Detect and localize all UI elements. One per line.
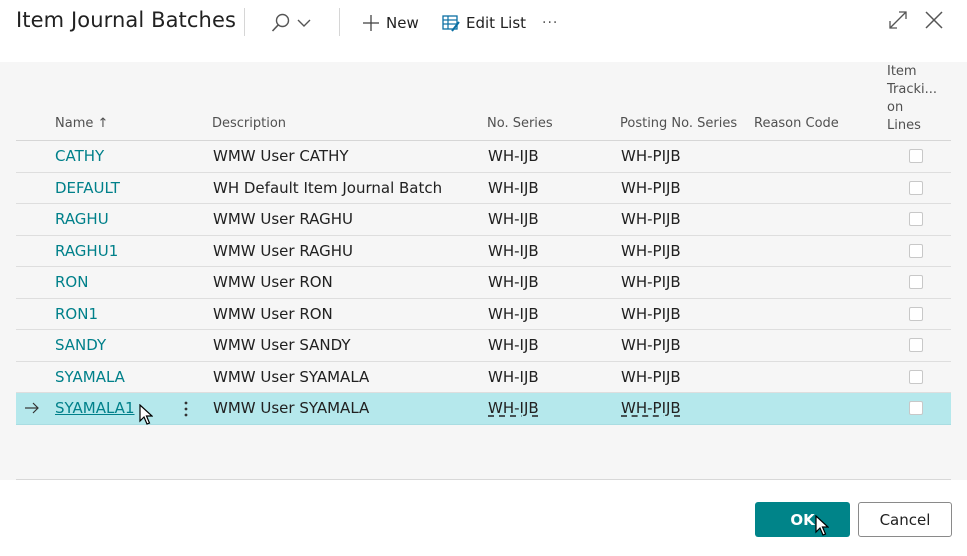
posting-no-series-cell[interactable]: WH-PIJB: [621, 393, 681, 424]
table-row[interactable]: DEFAULT WH Default Item Journal Batch WH-I…: [16, 173, 951, 204]
column-header-item-tracking-line: Tracki...: [887, 82, 938, 97]
close-button[interactable]: [923, 11, 945, 33]
no-series-cell[interactable]: WH-IJB: [488, 330, 539, 361]
batch-name-link[interactable]: RON: [55, 267, 88, 298]
plus-icon: [362, 14, 380, 32]
item-tracking-checkbox[interactable]: [909, 306, 923, 321]
search-button[interactable]: [270, 11, 311, 35]
item-tracking-checkbox[interactable]: [909, 149, 923, 163]
no-series-cell[interactable]: WH-IJB: [488, 393, 539, 424]
column-header-item-tracking-line: Lines: [887, 118, 921, 133]
description-cell[interactable]: WMW User SYAMALA: [213, 362, 369, 393]
description-cell[interactable]: WMW User RAGHU: [213, 236, 353, 267]
page-title: Item Journal Batches: [16, 8, 237, 32]
new-button[interactable]: New: [362, 11, 419, 35]
table-row[interactable]: SANDY WMW User SANDY WH-IJB WH-PIJB: [16, 330, 951, 362]
more-icon: ···: [542, 15, 559, 31]
item-tracking-checkbox[interactable]: [909, 180, 923, 195]
column-header-description[interactable]: Description: [212, 115, 286, 133]
close-icon: [924, 10, 944, 34]
table-row[interactable]: RON WMW User RON WH-IJB WH-PIJB: [16, 267, 951, 299]
item-tracking-checkbox[interactable]: [909, 338, 923, 352]
no-series-cell[interactable]: WH-IJB: [488, 299, 539, 330]
table-row[interactable]: SYAMALA1 WMW User SYAMALA WH-IJB WH-PIJB: [16, 393, 951, 425]
new-label: New: [386, 14, 419, 32]
item-tracking-checkbox[interactable]: [909, 212, 923, 226]
posting-no-series-cell[interactable]: WH-PIJB: [621, 173, 681, 204]
table-row[interactable]: SYAMALA WMW User SYAMALA WH-IJB WH-PIJB: [16, 362, 951, 393]
batch-name-link[interactable]: DEFAULT: [55, 173, 120, 204]
more-options-button[interactable]: ···: [542, 11, 558, 35]
edit-list-icon: [442, 14, 460, 32]
item-tracking-checkbox[interactable]: [909, 275, 923, 289]
search-icon: [270, 12, 292, 34]
posting-no-series-cell[interactable]: WH-PIJB: [621, 236, 681, 267]
item-tracking-checkbox[interactable]: [909, 401, 923, 415]
mouse-pointer-icon: [815, 514, 830, 541]
batch-name-link[interactable]: SANDY: [55, 330, 106, 361]
posting-no-series-cell[interactable]: WH-PIJB: [621, 141, 681, 172]
toolbar-divider: [244, 8, 245, 36]
row-actions-menu-icon[interactable]: [182, 399, 190, 423]
cancel-button[interactable]: Cancel: [858, 502, 952, 537]
cancel-button-label: Cancel: [879, 510, 931, 529]
no-series-cell[interactable]: WH-IJB: [488, 141, 539, 172]
posting-no-series-cell[interactable]: WH-PIJB: [621, 362, 681, 393]
item-tracking-checkbox[interactable]: [909, 243, 923, 258]
column-header-name[interactable]: Name ↑: [55, 115, 108, 133]
edit-list-button[interactable]: Edit List: [442, 11, 526, 35]
posting-no-series-cell[interactable]: WH-PIJB: [621, 267, 681, 298]
ok-button[interactable]: OK: [755, 502, 850, 537]
no-series-cell[interactable]: WH-IJB: [488, 236, 539, 267]
table-row[interactable]: CATHY WMW User CATHY WH-IJB WH-PIJB: [16, 141, 951, 173]
ok-button-label: OK: [790, 510, 815, 529]
edit-list-label: Edit List: [466, 14, 527, 32]
description-cell[interactable]: WMW User RON: [213, 267, 333, 298]
description-cell[interactable]: WH Default Item Journal Batch: [213, 173, 442, 204]
current-row-arrow-icon: [24, 400, 40, 420]
description-cell[interactable]: WMW User SYAMALA: [213, 393, 369, 424]
posting-no-series-cell[interactable]: WH-PIJB: [621, 299, 681, 330]
posting-no-series-cell[interactable]: WH-PIJB: [621, 204, 681, 235]
batch-name-link[interactable]: CATHY: [55, 141, 104, 172]
batch-name-link[interactable]: RAGHU: [55, 204, 109, 235]
chevron-down-icon: [297, 18, 311, 28]
description-cell[interactable]: WMW User SANDY: [213, 330, 351, 361]
table-row[interactable]: RAGHU1 WMW User RAGHU WH-IJB WH-PIJB: [16, 236, 951, 267]
posting-no-series-cell[interactable]: WH-PIJB: [621, 330, 681, 361]
expand-icon: [888, 10, 908, 34]
batch-name-link[interactable]: RAGHU1: [55, 236, 118, 267]
sort-ascending-icon: ↑: [97, 116, 109, 131]
no-series-cell[interactable]: WH-IJB: [488, 204, 539, 235]
no-series-cell[interactable]: WH-IJB: [488, 173, 539, 204]
item-tracking-checkbox[interactable]: [909, 369, 923, 384]
mouse-pointer-icon: [139, 403, 154, 430]
table-row[interactable]: RAGHU WMW User RAGHU WH-IJB WH-PIJB: [16, 204, 951, 236]
toolbar-divider: [339, 8, 340, 36]
batch-name-link[interactable]: SYAMALA1: [55, 393, 135, 424]
column-header-posting-no-series[interactable]: Posting No. Series: [620, 115, 737, 133]
grid-bottom-divider: [16, 479, 951, 480]
column-header-item-tracking[interactable]: Item Tracki... on Lines: [887, 63, 937, 135]
description-cell[interactable]: WMW User CATHY: [213, 141, 349, 172]
column-header-item-tracking-line: Item: [887, 64, 917, 79]
batch-name-link[interactable]: RON1: [55, 299, 98, 330]
dialog-header: Item Journal Batches New Edit List ···: [0, 0, 967, 62]
description-cell[interactable]: WMW User RON: [213, 299, 333, 330]
batch-name-link[interactable]: SYAMALA: [55, 362, 125, 393]
column-header-name-label: Name: [55, 116, 94, 131]
description-cell[interactable]: WMW User RAGHU: [213, 204, 353, 235]
column-header-item-tracking-line: on: [887, 100, 904, 115]
expand-button[interactable]: [887, 11, 909, 33]
no-series-cell[interactable]: WH-IJB: [488, 267, 539, 298]
column-header-reason-code[interactable]: Reason Code: [754, 115, 839, 133]
column-header-no-series[interactable]: No. Series: [487, 115, 553, 133]
table-row[interactable]: RON1 WMW User RON WH-IJB WH-PIJB: [16, 299, 951, 330]
no-series-cell[interactable]: WH-IJB: [488, 362, 539, 393]
